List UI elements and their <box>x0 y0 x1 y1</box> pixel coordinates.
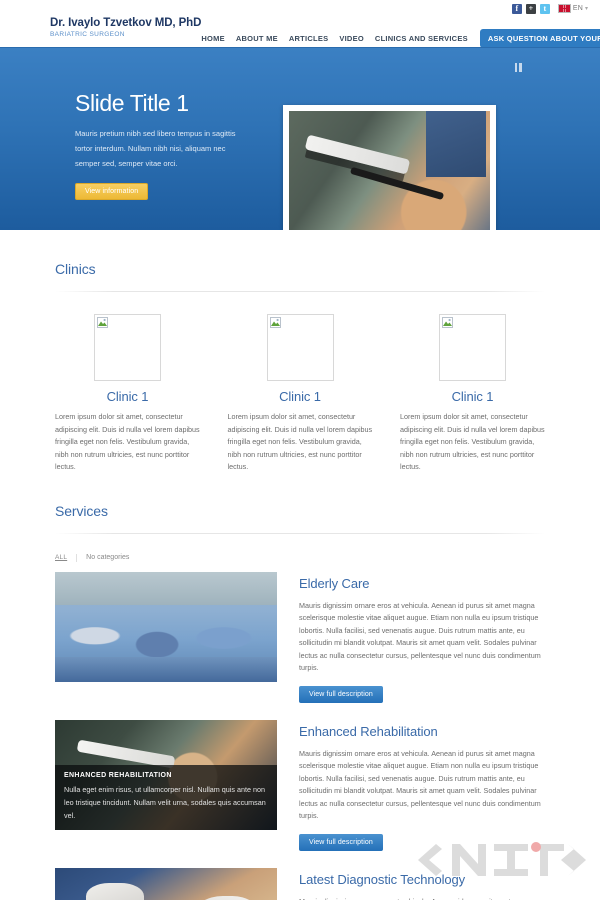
service-description: Mauris dignissim ornare eros at vehicula… <box>299 748 541 821</box>
language-code: EN <box>572 5 583 12</box>
uk-flag-icon <box>557 4 571 13</box>
service-title[interactable]: Enhanced Rehabilitation <box>299 724 545 739</box>
clinic-image-placeholder <box>439 314 506 381</box>
page-root: f + t EN ▾ Dr. Ivaylo Tzvetkov MD, PhD B… <box>0 0 600 900</box>
services-filter-row: ALL No categories <box>55 553 545 562</box>
service-image-latest-diagnostic-technology[interactable] <box>55 867 277 900</box>
nav-item-about-me[interactable]: ABOUT ME <box>236 34 278 43</box>
clinics-section-title: Clinics <box>55 261 96 277</box>
clinic-description: Lorem ipsum dolor sit amet, consectetur … <box>55 412 200 471</box>
hero-image-detail-top <box>425 111 486 177</box>
brand-subtitle: BARIATRIC SURGEON <box>50 31 125 38</box>
clinic-name: Clinic 1 <box>279 389 321 404</box>
brand[interactable]: Dr. Ivaylo Tzvetkov MD, PhD BARIATRIC SU… <box>50 17 201 38</box>
facebook-icon[interactable]: f <box>511 3 522 14</box>
clinic-name: Clinic 1 <box>106 389 149 404</box>
clinic-card[interactable]: Clinic 1 Lorem ipsum dolor sit amet, con… <box>400 314 545 474</box>
clinic-image-placeholder <box>94 314 161 381</box>
site-header: Dr. Ivaylo Tzvetkov MD, PhD BARIATRIC SU… <box>0 17 600 48</box>
filter-all-link[interactable]: ALL <box>55 554 67 561</box>
service-image-caption: ENHANCED REHABILITATION Nulla eget enim … <box>55 764 277 830</box>
hero-image-frame <box>283 105 496 230</box>
service-row: Latest Diagnostic Technology Mauris dign… <box>55 867 545 900</box>
chevron-down-icon: ▾ <box>584 6 588 12</box>
google-plus-icon[interactable]: + <box>525 3 536 14</box>
nav-item-video[interactable]: VIDEO <box>339 34 364 43</box>
broken-image-icon <box>97 317 108 328</box>
service-image-enhanced-rehabilitation[interactable]: ENHANCED REHABILITATION Nulla eget enim … <box>55 719 277 830</box>
service-title[interactable]: Elderly Care <box>299 576 545 591</box>
ask-question-button[interactable]: ASK QUESTION ABOUT YOUR WEIGHT <box>479 29 600 48</box>
filter-separator <box>76 553 78 562</box>
clinic-name: Clinic 1 <box>451 389 494 404</box>
pause-bar-right <box>519 62 522 72</box>
clinics-section: Clinics Clinic 1 Lorem ipsum dolor sit a… <box>55 230 545 474</box>
pause-bar-left <box>514 62 517 72</box>
clinic-description: Lorem ipsum dolor sit amet, consectetur … <box>227 412 373 471</box>
service-image-elderly-care[interactable] <box>55 571 277 682</box>
hero-surgery-image <box>289 111 490 230</box>
language-selector[interactable]: EN ▾ <box>557 4 588 13</box>
broken-image-icon <box>442 317 453 328</box>
clinic-description: Lorem ipsum dolor sit amet, consectetur … <box>400 412 545 471</box>
service-row: ENHANCED REHABILITATION Nulla eget enim … <box>55 719 545 851</box>
view-full-description-button[interactable]: View full description <box>299 685 383 703</box>
service-caption-title: ENHANCED REHABILITATION <box>64 771 172 779</box>
view-full-description-button[interactable]: View full description <box>299 833 383 851</box>
hero-title: Slide Title 1 <box>75 90 189 116</box>
service-body: Enhanced Rehabilitation Mauris dignissim… <box>299 720 545 851</box>
clinics-divider <box>55 291 545 292</box>
nav-item-articles[interactable]: ARTICLES <box>289 34 329 43</box>
broken-image-icon <box>269 317 281 328</box>
clinics-grid: Clinic 1 Lorem ipsum dolor sit amet, con… <box>55 314 545 474</box>
service-description: Mauris dignissim ornare eros at vehicula… <box>299 896 545 900</box>
nav-item-home[interactable]: HOME <box>201 34 225 43</box>
clinic-image-placeholder <box>266 314 334 381</box>
hero-text-block: Slide Title 1 Mauris pretium nibh sed li… <box>75 90 250 200</box>
main-content: Clinics Clinic 1 Lorem ipsum dolor sit a… <box>0 230 600 900</box>
main-nav: HOME ABOUT ME ARTICLES VIDEO CLINICS AND… <box>201 17 600 48</box>
view-information-button[interactable]: View information <box>75 183 149 200</box>
service-description: Mauris dignissim ornare eros at vehicula… <box>299 600 541 673</box>
services-section-title: Services <box>55 502 108 519</box>
pause-icon[interactable] <box>512 61 524 73</box>
nav-item-clinics-and-services[interactable]: CLINICS AND SERVICES <box>375 34 468 43</box>
clinic-card[interactable]: Clinic 1 Lorem ipsum dolor sit amet, con… <box>55 314 200 474</box>
service-caption-text: Nulla eget enim risus, ut ullamcorper ni… <box>64 784 266 820</box>
services-divider <box>55 532 545 534</box>
service-title[interactable]: Latest Diagnostic Technology <box>299 872 545 887</box>
hero-description: Mauris pretium nibh sed libero tempus in… <box>75 129 236 168</box>
hero-slider: Slide Title 1 Mauris pretium nibh sed li… <box>0 47 600 230</box>
brand-title: Dr. Ivaylo Tzvetkov MD, PhD <box>50 17 202 29</box>
twitter-icon[interactable]: t <box>539 3 550 14</box>
service-body: Latest Diagnostic Technology Mauris dign… <box>299 868 545 900</box>
topbar: f + t EN ▾ <box>0 0 600 17</box>
service-body: Elderly Care Mauris dignissim ornare ero… <box>299 572 545 703</box>
service-row: Elderly Care Mauris dignissim ornare ero… <box>55 571 545 703</box>
filter-no-categories-label[interactable]: No categories <box>86 554 129 561</box>
services-section: Services ALL No categories Elderly Care … <box>55 474 545 900</box>
clinic-card[interactable]: Clinic 1 Lorem ipsum dolor sit amet, con… <box>228 314 373 474</box>
